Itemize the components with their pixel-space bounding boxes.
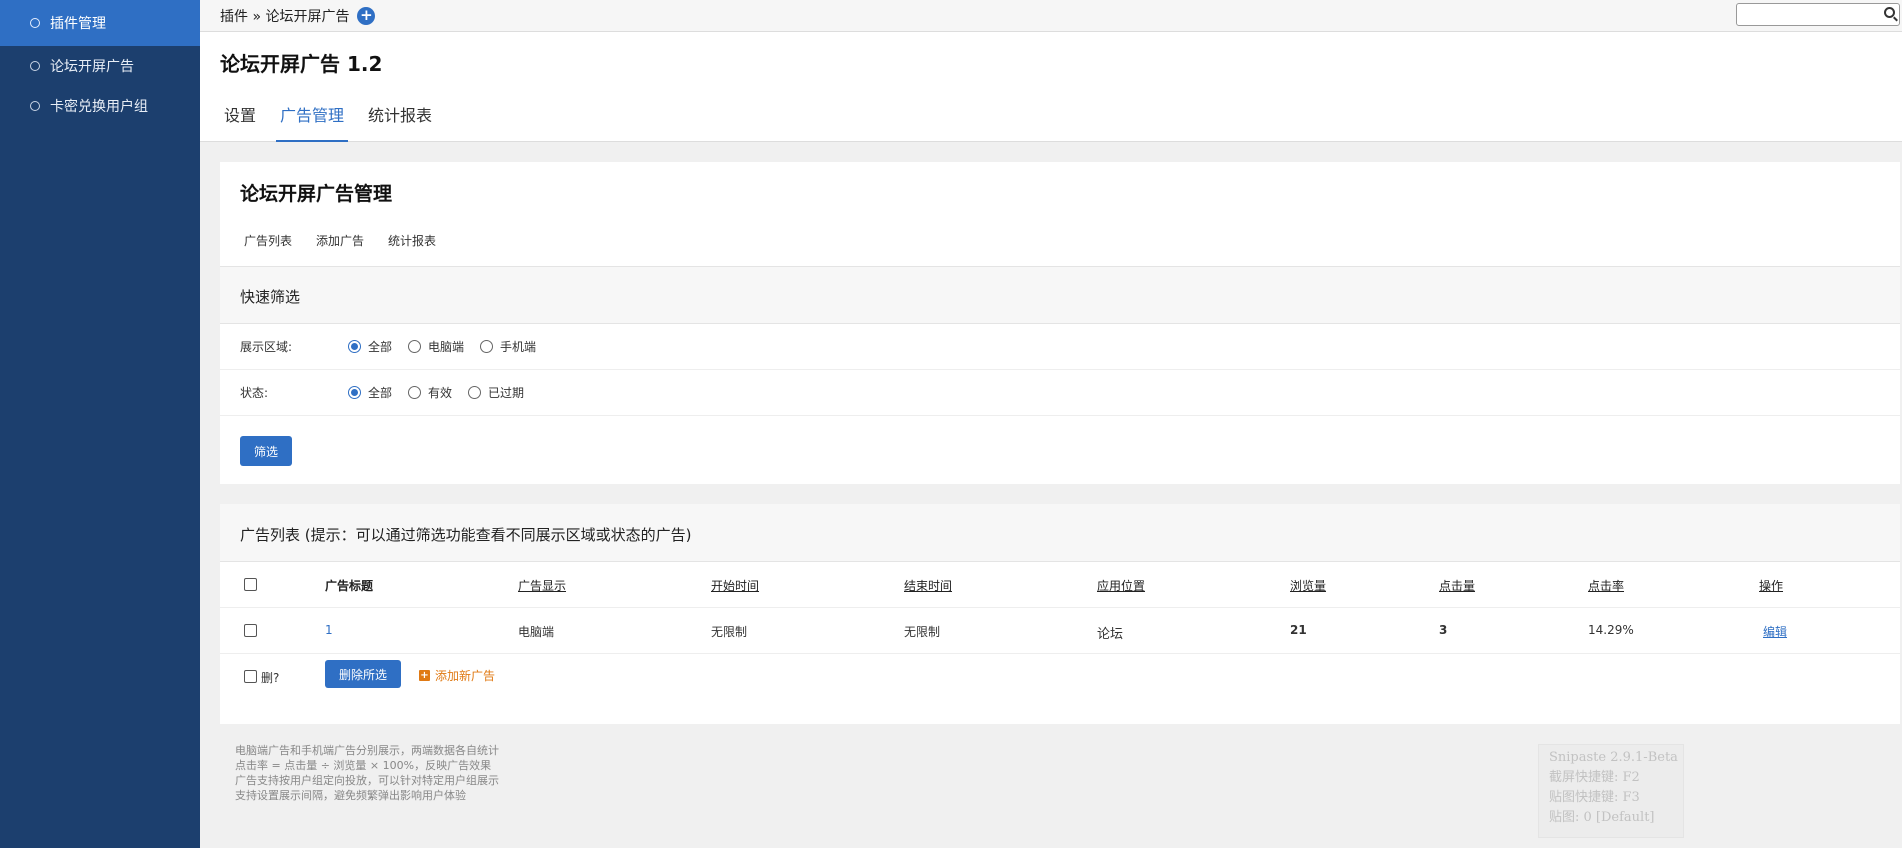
radio-button[interactable] xyxy=(348,386,361,399)
column-header-ctr[interactable]: 点击率 xyxy=(1588,577,1624,594)
plus-circle-icon[interactable]: + xyxy=(357,6,376,25)
snipaste-line: 贴图快捷键: F3 xyxy=(1549,790,1640,805)
sidebar-item-forum-splash-ad[interactable]: 论坛开屏广告 xyxy=(0,46,200,86)
radio-group-status: 全部 有效 已过期 xyxy=(348,384,540,401)
note-line: 点击率 = 点击量 ÷ 浏览量 × 100%，反映广告效果 xyxy=(235,759,492,772)
page-header: 论坛开屏广告 1.2 设置 广告管理 统计报表 xyxy=(200,32,1902,142)
radio-option-mobile[interactable]: 手机端 xyxy=(480,338,536,355)
snipaste-tooltip: Snipaste 2.9.1-Beta 截屏快捷键: F2 贴图快捷键: F3 … xyxy=(1538,744,1684,838)
tab-statistics[interactable]: 统计报表 xyxy=(364,102,436,142)
filter-button[interactable]: 筛选 xyxy=(240,436,292,466)
radio-label: 手机端 xyxy=(500,340,537,354)
delete-label: 删? xyxy=(261,671,280,685)
ad-title-link[interactable]: 1 xyxy=(325,623,333,637)
sidebar-item-label: 插件管理 xyxy=(50,16,106,32)
add-new-ad-link[interactable]: + 添加新广告 xyxy=(419,667,495,684)
sidebar-item-label: 卡密兑换用户组 xyxy=(50,99,148,115)
sidebar-item-label: 论坛开屏广告 xyxy=(50,59,134,75)
tab-bar: 设置 广告管理 统计报表 xyxy=(220,102,452,142)
circle-bullet-icon xyxy=(30,61,40,71)
quick-filter-header: 快速筛选 xyxy=(220,266,1900,324)
search-input[interactable] xyxy=(1736,3,1900,26)
table-header-row: 广告标题 广告显示 开始时间 结束时间 应用位置 浏览量 点击量 点击率 操作 xyxy=(220,562,1900,608)
radio-button[interactable] xyxy=(468,386,482,399)
filter-row-status: 状态: 全部 有效 已过期 xyxy=(220,370,1900,416)
radio-label: 全部 xyxy=(368,386,393,400)
ad-management-panel: 论坛开屏广告管理 广告列表 添加广告 统计报表 快速筛选 展示区域: 全部 电脑… xyxy=(220,162,1900,484)
sub-navigation: 广告列表 添加广告 统计报表 xyxy=(244,232,460,249)
sidebar-item-card-exchange-group[interactable]: 卡密兑换用户组 xyxy=(0,86,200,126)
filter-label: 展示区域: xyxy=(240,340,293,354)
column-header-position[interactable]: 应用位置 xyxy=(1097,577,1145,594)
ad-display-cell: 电脑端 xyxy=(518,625,555,639)
note-line: 电脑端广告和手机端广告分别展示，两端数据各自统计 xyxy=(235,744,499,757)
edit-link[interactable]: 编辑 xyxy=(1763,623,1787,640)
top-bar: 插件 » 论坛开屏广告 + xyxy=(200,0,1902,32)
column-header-views[interactable]: 浏览量 xyxy=(1290,577,1326,594)
column-header-display[interactable]: 广告显示 xyxy=(518,577,566,594)
sidebar: 插件管理 论坛开屏广告 卡密兑换用户组 xyxy=(0,0,200,848)
tab-settings[interactable]: 设置 xyxy=(220,102,260,142)
tab-ad-management[interactable]: 广告管理 xyxy=(276,102,349,142)
radio-option-desktop[interactable]: 电脑端 xyxy=(408,338,464,355)
radio-label: 全部 xyxy=(368,340,393,354)
radio-group-display-area: 全部 电脑端 手机端 xyxy=(348,338,552,355)
clicks-cell: 3 xyxy=(1439,623,1448,637)
ad-list-header: 广告列表 (提示：可以通过筛选功能查看不同展示区域或状态的广告) xyxy=(220,504,1900,562)
radio-label: 电脑端 xyxy=(428,340,465,354)
column-header-start-time[interactable]: 开始时间 xyxy=(711,577,759,594)
subnav-add-ad[interactable]: 添加广告 xyxy=(316,232,364,249)
radio-option-expired[interactable]: 已过期 xyxy=(468,384,524,401)
footer-notes: 电脑端广告和手机端广告分别展示，两端数据各自统计 点击率 = 点击量 ÷ 浏览量… xyxy=(235,743,499,803)
add-new-ad-label: 添加新广告 xyxy=(435,669,496,683)
snipaste-line: 截屏快捷键: F2 xyxy=(1549,770,1640,785)
column-header-end-time[interactable]: 结束时间 xyxy=(904,577,952,594)
radio-label: 有效 xyxy=(428,386,453,400)
sidebar-item-plugin-management[interactable]: 插件管理 xyxy=(0,0,200,46)
filter-label: 状态: xyxy=(240,386,269,400)
table-row: 1 电脑端 无限制 无限制 论坛 21 3 14.29% 编辑 xyxy=(220,608,1900,654)
snipaste-line: 贴图: 0 [Default] xyxy=(1549,810,1655,825)
breadcrumb: 插件 » 论坛开屏广告 xyxy=(220,8,350,25)
note-line: 广告支持按用户组定向投放，可以针对特定用户组展示 xyxy=(235,774,499,787)
radio-button[interactable] xyxy=(480,340,494,353)
radio-option-all[interactable]: 全部 xyxy=(348,338,392,355)
add-square-icon: + xyxy=(419,669,430,681)
ad-list-panel: 广告列表 (提示：可以通过筛选功能查看不同展示区域或状态的广告) 广告标题 广告… xyxy=(220,504,1900,724)
end-time-cell: 无限制 xyxy=(904,625,941,639)
views-cell: 21 xyxy=(1290,623,1307,637)
bulk-action-row: 删? 删除所选 + 添加新广告 xyxy=(220,654,1900,700)
column-header-action[interactable]: 操作 xyxy=(1759,577,1783,594)
delete-checkbox[interactable] xyxy=(244,670,257,683)
search-icon[interactable] xyxy=(1884,7,1895,18)
radio-button[interactable] xyxy=(408,386,422,399)
subnav-statistics[interactable]: 统计报表 xyxy=(388,232,436,249)
subnav-ad-list[interactable]: 广告列表 xyxy=(244,232,292,249)
circle-bullet-icon xyxy=(30,101,40,111)
radio-option-valid[interactable]: 有效 xyxy=(408,384,452,401)
radio-label: 已过期 xyxy=(488,386,525,400)
panel-title: 论坛开屏广告管理 xyxy=(240,183,393,205)
row-checkbox[interactable] xyxy=(244,624,257,637)
page-title: 论坛开屏广告 1.2 xyxy=(220,52,383,76)
delete-selected-button[interactable]: 删除所选 xyxy=(325,660,401,688)
radio-option-all[interactable]: 全部 xyxy=(348,384,392,401)
quick-filter-title: 快速筛选 xyxy=(240,288,301,306)
column-header-title[interactable]: 广告标题 xyxy=(325,577,373,594)
snipaste-line: Snipaste 2.9.1-Beta xyxy=(1549,750,1678,765)
position-cell: 论坛 xyxy=(1097,627,1124,642)
start-time-cell: 无限制 xyxy=(711,625,748,639)
circle-bullet-icon xyxy=(30,18,40,28)
radio-button[interactable] xyxy=(408,340,422,353)
note-line: 支持设置展示间隔，避免频繁弹出影响用户体验 xyxy=(235,789,466,802)
select-all-checkbox[interactable] xyxy=(244,578,257,591)
column-header-clicks[interactable]: 点击量 xyxy=(1439,577,1475,594)
ad-list-title: 广告列表 (提示：可以通过筛选功能查看不同展示区域或状态的广告) xyxy=(240,526,692,544)
ctr-cell: 14.29% xyxy=(1588,623,1634,637)
radio-button[interactable] xyxy=(348,340,361,353)
filter-row-display-area: 展示区域: 全部 电脑端 手机端 xyxy=(220,324,1900,370)
